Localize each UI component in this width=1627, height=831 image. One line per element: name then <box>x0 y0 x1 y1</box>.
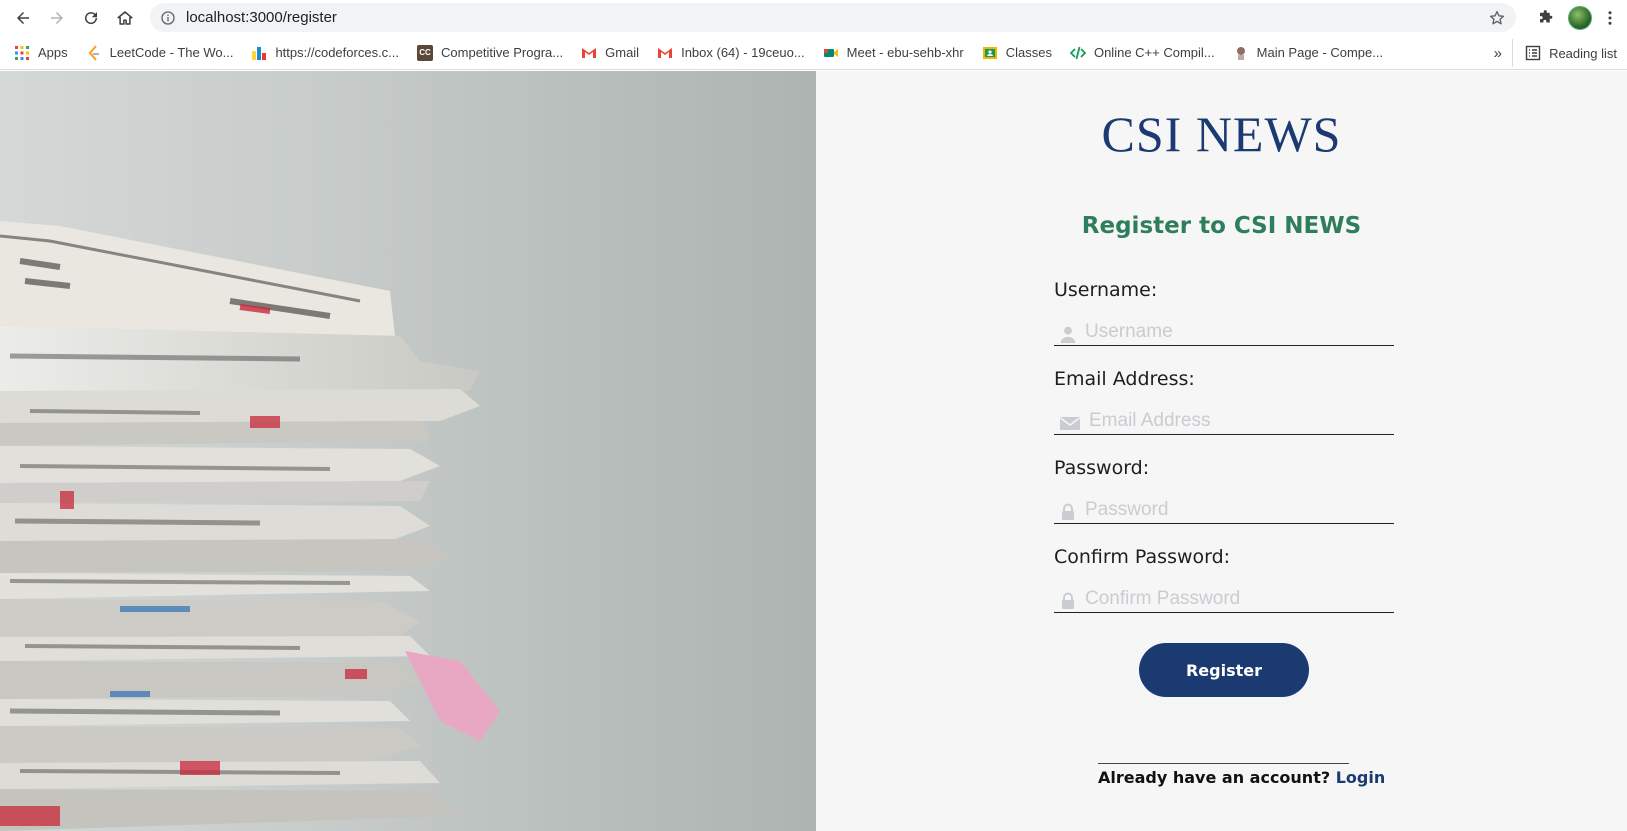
arrow-left-icon <box>17 12 29 24</box>
username-field[interactable] <box>1054 319 1394 346</box>
reload-icon <box>85 12 98 25</box>
cc-icon: CC <box>417 44 434 61</box>
bookmark-label: Online C++ Compil... <box>1093 45 1215 60</box>
bookmark-label: Main Page - Compe... <box>1256 45 1384 60</box>
confirm-password-field[interactable] <box>1054 586 1394 613</box>
reading-list-button[interactable]: Reading list <box>1512 39 1627 67</box>
more-bookmarks-button[interactable]: » <box>1494 39 1502 67</box>
bookmark-label: Classes <box>1005 45 1052 60</box>
confirm-password-label: Confirm Password: <box>1054 546 1231 568</box>
bookmarks-bar: Apps LeetCode - The Wo... https://codefo… <box>0 36 1627 70</box>
register-form: Username: Email Address: Password: Confi… <box>1054 279 1394 635</box>
password-input[interactable] <box>1085 499 1365 521</box>
home-icon <box>117 11 133 25</box>
bookmark-apps[interactable]: Apps <box>0 39 77 67</box>
gmail-icon <box>657 45 673 61</box>
bookmark-competitive-programming[interactable]: CC Competitive Progra... <box>408 39 572 67</box>
bookmark-label: Competitive Progra... <box>441 45 564 60</box>
password-field[interactable] <box>1054 497 1394 524</box>
lock-icon <box>1062 592 1074 609</box>
footer-text: Already have an account? <box>1098 768 1331 787</box>
password-label: Password: <box>1054 457 1150 479</box>
bookmark-classes[interactable]: Classes <box>973 39 1061 67</box>
email-input[interactable] <box>1089 410 1369 432</box>
bookmark-label: Inbox (64) - 19ceuo... <box>681 45 805 60</box>
user-icon <box>1060 326 1076 343</box>
register-panel: CSI NEWS Register to CSI NEWS Username: … <box>816 71 1627 831</box>
leetcode-icon <box>86 44 102 61</box>
page-content: CSI NEWS Register to CSI NEWS Username: … <box>0 71 1627 831</box>
username-input[interactable] <box>1085 321 1365 343</box>
lock-icon <box>1062 503 1074 520</box>
info-icon[interactable] <box>160 10 176 26</box>
login-prompt: Already have an account? Login <box>1098 763 1385 787</box>
classroom-icon <box>982 45 998 61</box>
newspaper-stack-image <box>0 71 816 831</box>
forward-button[interactable] <box>40 1 74 35</box>
newspaper-stack-illustration <box>0 221 500 831</box>
reload-button[interactable] <box>74 1 108 35</box>
register-button[interactable]: Register <box>1139 643 1309 697</box>
bookmark-label: LeetCode - The Wo... <box>109 45 234 60</box>
toolbar-right <box>1529 0 1627 36</box>
wiki-icon <box>1233 45 1249 61</box>
confirm-password-input[interactable] <box>1085 588 1365 610</box>
address-bar[interactable]: localhost:3000/register <box>150 3 1516 32</box>
menu-button[interactable] <box>1597 1 1623 35</box>
bookmark-label: Apps <box>38 45 68 60</box>
meet-icon <box>823 45 839 61</box>
gmail-icon <box>581 45 597 61</box>
url-text[interactable]: localhost:3000/register <box>186 9 337 26</box>
bookmark-codeforces[interactable]: https://codeforces.c... <box>242 39 408 67</box>
bookmark-leetcode[interactable]: LeetCode - The Wo... <box>77 39 243 67</box>
bookmark-online-compiler[interactable]: Online C++ Compil... <box>1061 39 1224 67</box>
extensions-button[interactable] <box>1529 1 1563 35</box>
reading-list-label: Reading list <box>1549 45 1617 61</box>
profile-button[interactable] <box>1563 1 1597 35</box>
bookmark-main-page[interactable]: Main Page - Compe... <box>1224 39 1392 67</box>
puzzle-icon <box>1540 10 1553 23</box>
bookmark-star-icon[interactable] <box>1488 9 1506 27</box>
apps-grid-icon <box>14 45 30 61</box>
code-icon <box>1069 45 1086 61</box>
bookmark-label: Meet - ebu-sehb-xhr <box>846 45 964 60</box>
brand-logo: CSI NEWS <box>1101 106 1342 162</box>
envelope-icon <box>1060 417 1080 430</box>
avatar <box>1568 6 1592 30</box>
codeforces-icon <box>251 45 267 61</box>
bookmark-inbox[interactable]: Inbox (64) - 19ceuo... <box>648 39 814 67</box>
kebab-menu-icon <box>1608 11 1612 25</box>
bookmark-label: https://codeforces.c... <box>275 45 400 60</box>
page-title: Register to CSI NEWS <box>1081 213 1362 239</box>
reading-list-icon <box>1525 45 1541 61</box>
bookmark-label: Gmail <box>605 45 640 60</box>
home-button[interactable] <box>108 1 142 35</box>
login-link[interactable]: Login <box>1336 768 1386 787</box>
email-field[interactable] <box>1054 408 1394 435</box>
bookmark-gmail[interactable]: Gmail <box>572 39 648 67</box>
email-label: Email Address: <box>1054 368 1195 390</box>
username-label: Username: <box>1054 279 1158 301</box>
arrow-right-icon <box>51 12 63 24</box>
back-button[interactable] <box>6 1 40 35</box>
bookmark-meet[interactable]: Meet - ebu-sehb-xhr <box>814 39 973 67</box>
browser-toolbar: localhost:3000/register <box>0 0 1627 36</box>
